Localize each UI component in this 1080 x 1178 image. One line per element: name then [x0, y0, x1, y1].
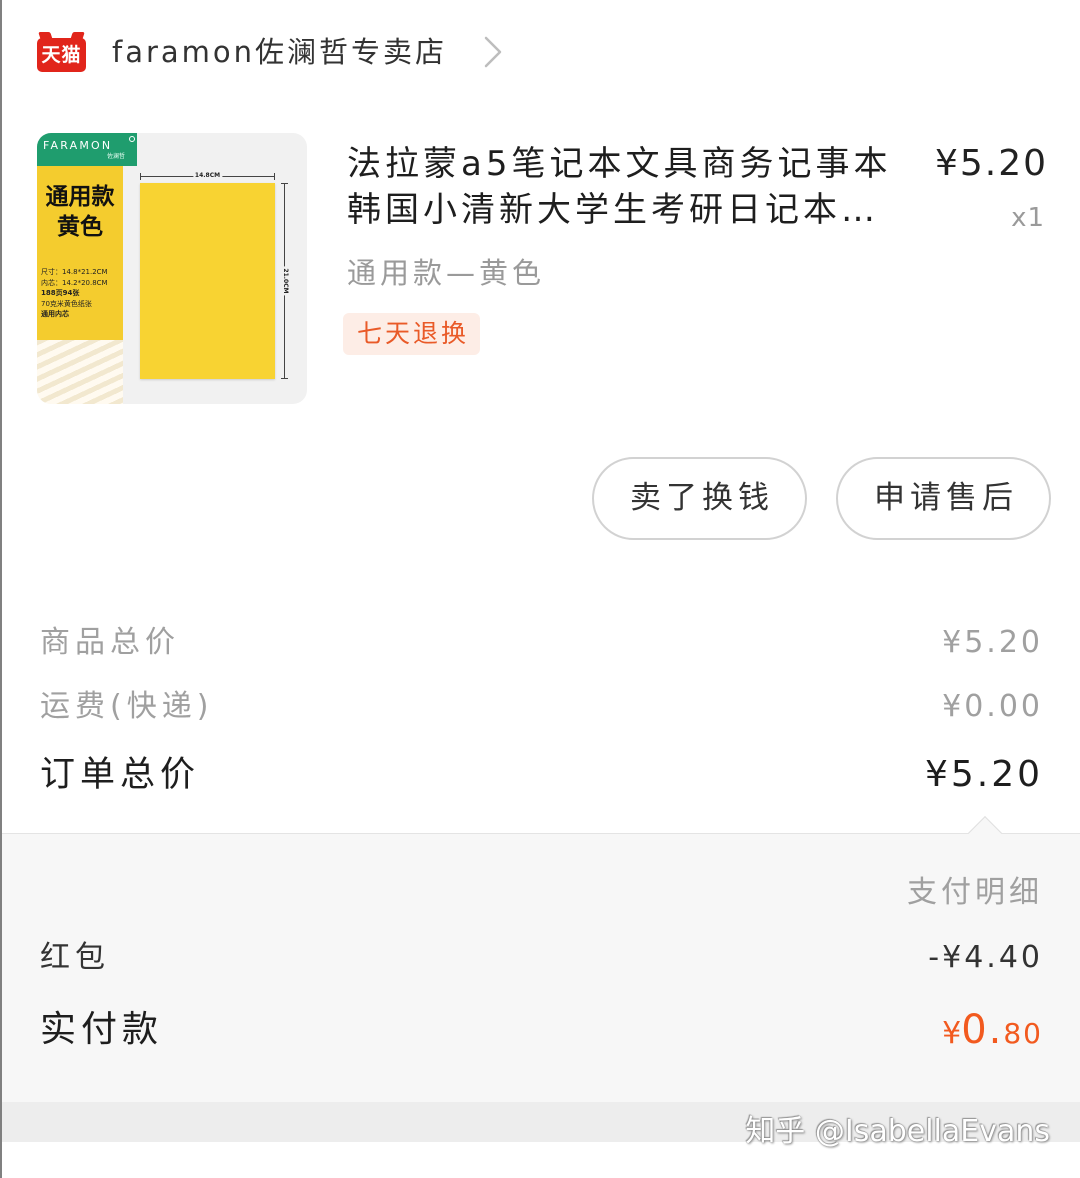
width-dimension-label: 14.8CM [192, 172, 223, 180]
resell-button[interactable]: 卖了换钱 [592, 457, 807, 540]
product-price: ¥5.20 [934, 143, 1048, 184]
brand-logo: FARAMON 佐澜哲 [37, 133, 137, 166]
tmall-logo-icon: 天猫 [37, 31, 86, 73]
height-dimension-label: 21.0CM [280, 266, 289, 296]
chevron-right-icon[interactable] [481, 35, 505, 69]
paid-currency-symbol: ¥ [942, 1016, 962, 1051]
paid-amount-fraction: 80 [1003, 1017, 1043, 1050]
store-name[interactable]: faramon佐澜哲专卖店 [112, 28, 447, 76]
brand-logo-subtext: 佐澜哲 [106, 153, 125, 160]
product-quantity: x1 [1011, 203, 1045, 233]
product-image[interactable]: FARAMON 佐澜哲 通用款 黄色 尺寸：14.8*21.2CM 内芯：14.… [37, 133, 307, 404]
product-title-line-1[interactable]: 法拉蒙a5笔记本文具商务记事本 [347, 141, 891, 187]
tmall-logo-text: 天猫 [37, 38, 86, 72]
order-total-label: 订单总价 [40, 755, 201, 795]
spec-list: 尺寸：14.8*21.2CM 内芯：14.2*20.8CM 188页94张 70… [41, 267, 108, 320]
registered-mark-icon [129, 136, 135, 142]
spec-line: 188页94张 [41, 289, 80, 297]
width-dimension: 14.8CM [140, 172, 275, 180]
brand-logo-text: FARAMON [43, 139, 113, 152]
spec-line: 70克米黄色纸张 [41, 299, 92, 308]
product-variant: 通用款—黄色 [347, 256, 546, 290]
notebook-preview [140, 183, 275, 379]
height-dimension: 21.0CM [280, 183, 289, 379]
store-header[interactable]: 天猫 faramon佐澜哲专卖店 [37, 28, 505, 76]
after-sale-button[interactable]: 申请售后 [836, 457, 1051, 540]
product-title-line-2[interactable]: 韩国小清新大学生考研日记本… [347, 187, 879, 233]
spec-line: 通用内芯 [41, 310, 69, 318]
actual-paid-label: 实付款 [40, 1009, 164, 1050]
red-packet-label: 红包 [40, 940, 110, 975]
variant-label-card: 通用款 黄色 尺寸：14.8*21.2CM 内芯：14.2*20.8CM 188… [37, 166, 123, 340]
spec-line: 尺寸：14.8*21.2CM [41, 268, 108, 276]
shipping-fee-label: 运费(快递) [40, 689, 214, 724]
label-color-text: 黄色 [57, 214, 103, 240]
shipping-fee-value: ¥0.00 [942, 689, 1043, 724]
watermark: 知乎 @IsabellaEvans [745, 1114, 1050, 1149]
actual-paid-amount: ¥0.80 [942, 1006, 1043, 1062]
order-total-value: ¥5.20 [924, 754, 1043, 795]
goods-total-value: ¥5.20 [942, 625, 1043, 660]
left-edge-line [0, 0, 2, 1178]
red-packet-value: -¥4.40 [928, 940, 1043, 975]
return-policy-badge: 七天退换 [343, 313, 480, 355]
payment-details-title: 支付明细 [907, 875, 1043, 910]
label-style-text: 通用款 [45, 184, 115, 210]
spec-line: 内芯：14.2*20.8CM [41, 278, 108, 287]
paid-amount-integer: 0. [961, 1007, 1004, 1053]
paper-texture [37, 340, 123, 404]
goods-total-label: 商品总价 [40, 625, 180, 660]
order-detail-page: 天猫 faramon佐澜哲专卖店 FARAMON 佐澜哲 通用款 黄色 尺寸：1… [0, 0, 1080, 1178]
